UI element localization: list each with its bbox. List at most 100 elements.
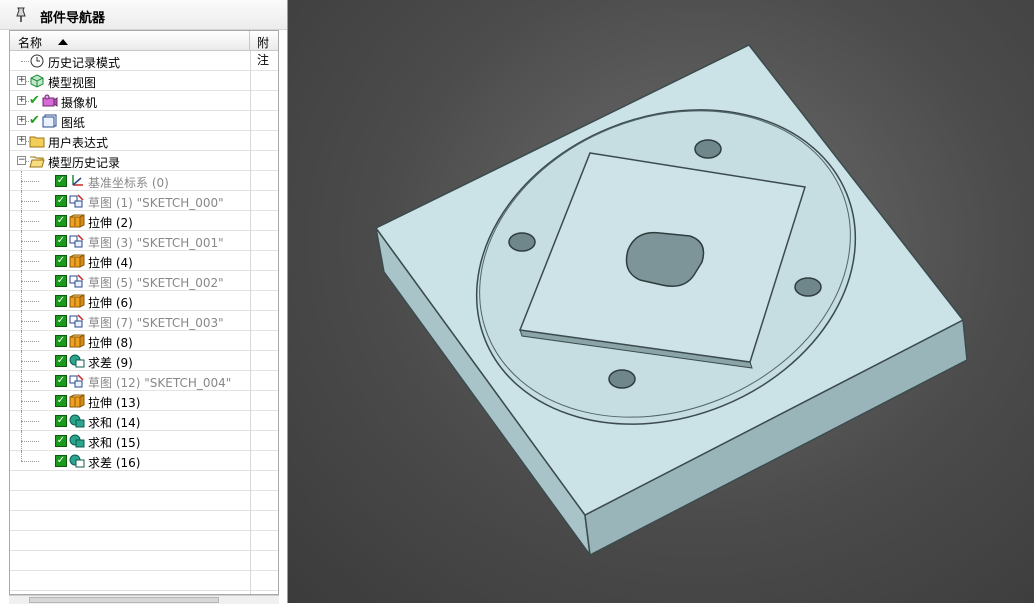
drawing-sheet-icon	[42, 114, 58, 128]
tree-row-label: 历史记录模式	[48, 56, 121, 70]
tree-connector	[21, 391, 22, 411]
center-slot	[625, 231, 705, 287]
tree-row[interactable]: ✓ 基准坐标系 (0)	[10, 171, 278, 191]
notes-cell	[250, 511, 251, 531]
tree-row-label: 草图 (7) "SKETCH_003"	[88, 316, 224, 330]
subtract-icon	[69, 354, 85, 368]
tree-row-label: 用户表达式	[48, 136, 109, 150]
visibility-checkbox[interactable]: ✓	[55, 375, 67, 387]
tree-row-label: 求和 (14)	[88, 416, 141, 430]
notes-cell	[250, 431, 251, 451]
visibility-checkbox[interactable]: ✓	[55, 215, 67, 227]
tree-connector	[21, 291, 22, 311]
notes-cell	[250, 291, 251, 311]
visibility-checkbox[interactable]: ✓	[55, 295, 67, 307]
navigator-title: 部件导航器	[40, 11, 106, 26]
notes-cell	[250, 251, 251, 271]
notes-cell	[250, 311, 251, 331]
notes-cell	[250, 371, 251, 391]
expand-icon[interactable]: +	[17, 76, 26, 85]
visibility-checkbox[interactable]: ✓	[55, 455, 67, 467]
tree-row[interactable]: ✓ 草图 (5) "SKETCH_002"	[10, 271, 278, 291]
tree-connector	[21, 411, 22, 431]
visibility-checkbox[interactable]: ✓	[55, 415, 67, 427]
visibility-checkbox[interactable]: ✓	[55, 315, 67, 327]
tree-connector	[21, 61, 29, 62]
notes-cell	[250, 191, 251, 211]
tree-row[interactable]: ✓ 拉伸 (2)	[10, 211, 278, 231]
tree-connector	[21, 431, 22, 451]
tree-row-label: 草图 (1) "SKETCH_000"	[88, 196, 224, 210]
tree-row[interactable]: ✓ 草图 (7) "SKETCH_003"	[10, 311, 278, 331]
empty-row	[10, 551, 278, 571]
tree-row[interactable]: + ✔ 图纸	[10, 111, 278, 131]
extrude-icon	[69, 294, 85, 308]
visibility-checkbox[interactable]: ✓	[55, 435, 67, 447]
pin-icon[interactable]	[14, 7, 28, 26]
collapse-icon[interactable]: −	[17, 156, 26, 165]
column-header-name[interactable]: 名称	[10, 31, 250, 51]
tree-connector	[21, 421, 39, 422]
tree-row[interactable]: − 模型历史记录	[10, 151, 278, 171]
notes-cell	[250, 391, 251, 411]
tree-connector	[21, 211, 22, 231]
unite-icon	[69, 414, 85, 428]
tree-connector	[21, 271, 22, 291]
tree-row[interactable]: ✓ 拉伸 (8)	[10, 331, 278, 351]
tree-row[interactable]: ✓ 拉伸 (13)	[10, 391, 278, 411]
tree-row[interactable]: ✓ 草图 (1) "SKETCH_000"	[10, 191, 278, 211]
visibility-checkbox[interactable]: ✓	[55, 195, 67, 207]
tree-row[interactable]: ✓ 求差 (9)	[10, 351, 278, 371]
expand-icon[interactable]: +	[17, 96, 26, 105]
visibility-checkbox[interactable]: ✓	[55, 275, 67, 287]
visibility-checkbox[interactable]: ✓	[55, 355, 67, 367]
tree-row[interactable]: + 用户表达式	[10, 131, 278, 151]
notes-cell	[250, 531, 251, 551]
tree-row[interactable]: ✓ 求和 (14)	[10, 411, 278, 431]
empty-row	[10, 511, 278, 531]
column-header-notes[interactable]: 附注	[251, 31, 278, 67]
navigator-tree[interactable]: 名称 附注 历史记录模式 + 模型视图 + ✔ 摄像机 + ✔ 图纸 + 用户表达式 − 模型历史记录 ✓…	[9, 30, 279, 595]
unite-icon	[69, 434, 85, 448]
tree-row[interactable]: + ✔ 摄像机	[10, 91, 278, 111]
tree-connector	[21, 461, 39, 462]
notes-cell	[250, 571, 251, 591]
extrude-icon	[69, 214, 85, 228]
extrude-icon	[69, 254, 85, 268]
empty-row	[10, 491, 278, 511]
notes-cell	[250, 451, 251, 471]
scrollbar-thumb[interactable]	[29, 597, 219, 603]
notes-cell	[250, 491, 251, 511]
tree-row[interactable]: 历史记录模式	[10, 51, 278, 71]
visibility-checkbox[interactable]: ✓	[55, 395, 67, 407]
visibility-checkbox[interactable]: ✓	[55, 335, 67, 347]
expand-icon[interactable]: +	[17, 116, 26, 125]
tree-row[interactable]: ✓ 拉伸 (6)	[10, 291, 278, 311]
navigator-title-bar: 部件导航器	[0, 0, 287, 30]
checkmark-icon: ✔	[29, 93, 40, 108]
tree-connector	[21, 351, 22, 371]
tree-row[interactable]: ✓ 求差 (16)	[10, 451, 278, 471]
tree-row[interactable]: + 模型视图	[10, 71, 278, 91]
mount-hole-right	[794, 277, 822, 297]
folder-icon	[29, 134, 45, 148]
visibility-checkbox[interactable]: ✓	[55, 255, 67, 267]
visibility-checkbox[interactable]: ✓	[55, 175, 67, 187]
tree-row[interactable]: ✓ 求和 (15)	[10, 431, 278, 451]
expand-icon[interactable]: +	[17, 136, 26, 145]
tree-connector	[21, 261, 39, 262]
visibility-checkbox[interactable]: ✓	[55, 235, 67, 247]
notes-cell	[250, 91, 251, 111]
extrude-icon	[69, 394, 85, 408]
subtract-icon	[69, 454, 85, 468]
tree-row[interactable]: ✓ 草图 (12) "SKETCH_004"	[10, 371, 278, 391]
tree-connector	[21, 251, 22, 271]
tree-row-label: 模型视图	[48, 76, 97, 90]
tree-row-label: 草图 (5) "SKETCH_002"	[88, 276, 224, 290]
tree-row[interactable]: ✓ 草图 (3) "SKETCH_001"	[10, 231, 278, 251]
sketch-icon	[69, 374, 85, 388]
sketch-icon	[69, 314, 85, 328]
tree-connector	[21, 231, 22, 251]
tree-row[interactable]: ✓ 拉伸 (4)	[10, 251, 278, 271]
graphics-viewport[interactable]	[288, 0, 1034, 603]
